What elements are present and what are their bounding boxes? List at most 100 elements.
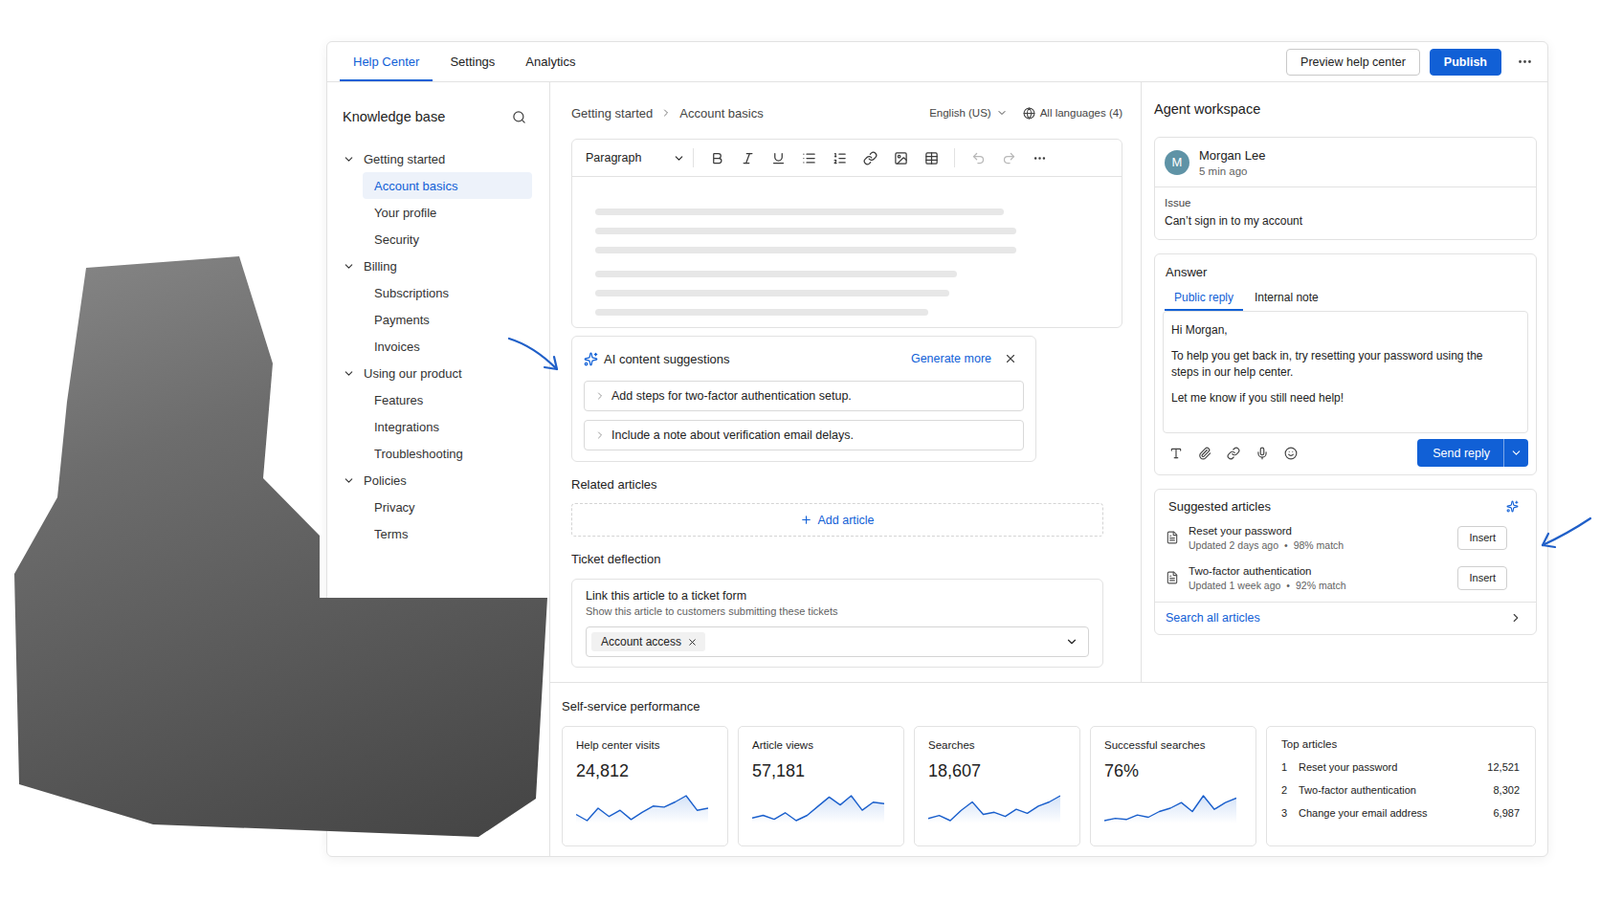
sidebar-title: Knowledge base xyxy=(342,109,445,125)
top-article-rank: 3 xyxy=(1281,807,1299,820)
image-button[interactable] xyxy=(885,144,916,172)
reply-actions: Send reply xyxy=(1162,439,1529,467)
bullets-icon xyxy=(801,151,817,166)
bold-icon xyxy=(710,151,725,166)
reply-paragraph: Hi Morgan, xyxy=(1171,322,1497,339)
article-match: 98% match xyxy=(1293,539,1345,552)
preview-button[interactable]: Preview help center xyxy=(1286,48,1421,76)
search-icon xyxy=(511,110,527,125)
sidebar-group-row[interactable]: Getting started xyxy=(342,145,533,173)
nav-tab[interactable]: Analytics xyxy=(511,42,589,82)
sidebar-item[interactable]: Invoices xyxy=(362,333,533,360)
bullets-button[interactable] xyxy=(793,144,824,172)
suggested-article-title[interactable]: Two-factor authentication xyxy=(1188,565,1448,578)
sidebar-item[interactable]: Subscriptions xyxy=(362,279,533,307)
reply-editor[interactable]: Hi Morgan,To help you get back in, try r… xyxy=(1162,311,1529,434)
breadcrumb-item[interactable]: Account basics xyxy=(679,106,763,121)
sidebar-item[interactable]: Payments xyxy=(362,306,533,334)
metric-value: 24,812 xyxy=(576,761,714,782)
ticket-form-select[interactable]: Account access xyxy=(585,626,1089,658)
customer-avatar: M xyxy=(1164,150,1190,176)
sidebar-item[interactable]: Account basics xyxy=(362,172,533,200)
all-languages-label: All languages (4) xyxy=(1040,107,1123,119)
add-article-button[interactable]: Add article xyxy=(571,503,1104,537)
chevron-down-icon xyxy=(342,153,356,166)
more-button[interactable] xyxy=(1023,144,1055,172)
top-article-views: 6,987 xyxy=(1492,807,1520,820)
suggested-article-meta: Updated 1 week ago•92% match xyxy=(1188,579,1448,592)
sparkline-line xyxy=(1104,796,1237,822)
related-articles-title: Related articles xyxy=(571,477,1123,495)
sparkles-icon xyxy=(1506,500,1519,513)
metric-value: 18,607 xyxy=(928,761,1067,782)
sidebar-search-button[interactable] xyxy=(505,103,533,131)
remove-chip-icon[interactable] xyxy=(687,637,698,648)
search-all-articles[interactable]: Search all articles xyxy=(1155,601,1536,635)
table-button[interactable] xyxy=(915,144,947,172)
format-button[interactable] xyxy=(1162,440,1190,467)
underline-button[interactable] xyxy=(762,144,794,172)
generate-more-link[interactable]: Generate more xyxy=(911,352,992,366)
more-button[interactable] xyxy=(1511,48,1538,76)
italic-button[interactable] xyxy=(732,144,763,172)
sidebar-item[interactable]: Integrations xyxy=(362,413,533,441)
sidebar-group-row[interactable]: Policies xyxy=(342,466,533,494)
language-select[interactable]: English (US) xyxy=(929,107,1008,119)
block-style-label: Paragraph xyxy=(585,151,642,165)
numbered-button[interactable] xyxy=(823,144,855,172)
toolbar-divider xyxy=(954,148,956,168)
all-languages-button[interactable]: All languages (4) xyxy=(1022,107,1123,120)
attach-button[interactable] xyxy=(1191,440,1219,467)
sidebar-item[interactable]: Privacy xyxy=(362,493,533,521)
sidebar-item[interactable]: Terms xyxy=(362,520,533,548)
top-article-row[interactable]: 2Two-factor authentication8,302 xyxy=(1281,781,1520,799)
redo-icon xyxy=(1001,151,1017,166)
sidebar-item[interactable]: Your profile xyxy=(362,199,533,226)
sparkline-line xyxy=(576,796,709,822)
block-style-select[interactable]: Paragraph xyxy=(585,151,686,165)
sidebar-item[interactable]: Troubleshooting xyxy=(362,440,533,467)
placeholder-line xyxy=(595,246,1017,254)
sidebar-group-row[interactable]: Using our product xyxy=(342,359,533,387)
voice-button[interactable] xyxy=(1248,440,1276,467)
send-reply-button[interactable]: Send reply xyxy=(1417,439,1529,467)
ai-suggestion-item[interactable]: Include a note about verification email … xyxy=(583,420,1024,451)
editor-content[interactable] xyxy=(572,177,1122,328)
reply-tab[interactable]: Internal note xyxy=(1244,288,1329,312)
publish-button[interactable]: Publish xyxy=(1429,48,1502,76)
chevron-down-icon xyxy=(1065,635,1079,649)
placeholder-paragraph xyxy=(595,208,1017,254)
nav-tab[interactable]: Settings xyxy=(436,42,509,82)
top-article-title: Change your email address xyxy=(1298,807,1493,820)
chevron-down-icon xyxy=(1510,446,1523,460)
ticket-form-chip: Account access xyxy=(591,632,706,652)
top-articles-title: Top articles xyxy=(1281,738,1520,751)
link-button[interactable] xyxy=(854,144,886,172)
numbered-icon xyxy=(832,151,847,166)
emoji-button[interactable] xyxy=(1277,440,1305,467)
top-article-row[interactable]: 1Reset your password12,521 xyxy=(1281,758,1520,776)
insert-button[interactable]: Insert xyxy=(1457,526,1508,551)
ai-suggestion-item[interactable]: Add steps for two-factor authentication … xyxy=(583,380,1024,412)
close-suggestions-button[interactable] xyxy=(997,345,1024,373)
bold-button[interactable] xyxy=(701,144,733,172)
suggested-article-title[interactable]: Reset your password xyxy=(1188,525,1448,537)
metric-card: Searches18,607 xyxy=(913,726,1081,847)
sidebar-item[interactable]: Features xyxy=(362,386,533,414)
link-button[interactable] xyxy=(1220,440,1247,467)
sparkline-chart xyxy=(752,791,885,824)
sidebar-group-row[interactable]: Billing xyxy=(342,252,533,280)
send-reply-label: Send reply xyxy=(1417,446,1504,461)
sparkline-area xyxy=(576,796,709,824)
breadcrumb-item[interactable]: Getting started xyxy=(571,106,653,121)
sidebar-item[interactable]: Security xyxy=(362,225,533,253)
top-article-row[interactable]: 3Change your email address6,987 xyxy=(1281,804,1520,822)
top-article-rank: 1 xyxy=(1281,761,1299,774)
sparkline-chart xyxy=(576,791,709,824)
reply-tab[interactable]: Public reply xyxy=(1164,288,1244,312)
customer-name: Morgan Lee xyxy=(1199,148,1266,163)
plus-icon xyxy=(800,513,813,527)
insert-button[interactable]: Insert xyxy=(1457,566,1508,591)
nav-tab[interactable]: Help Center xyxy=(339,42,433,82)
send-options[interactable] xyxy=(1503,439,1529,467)
